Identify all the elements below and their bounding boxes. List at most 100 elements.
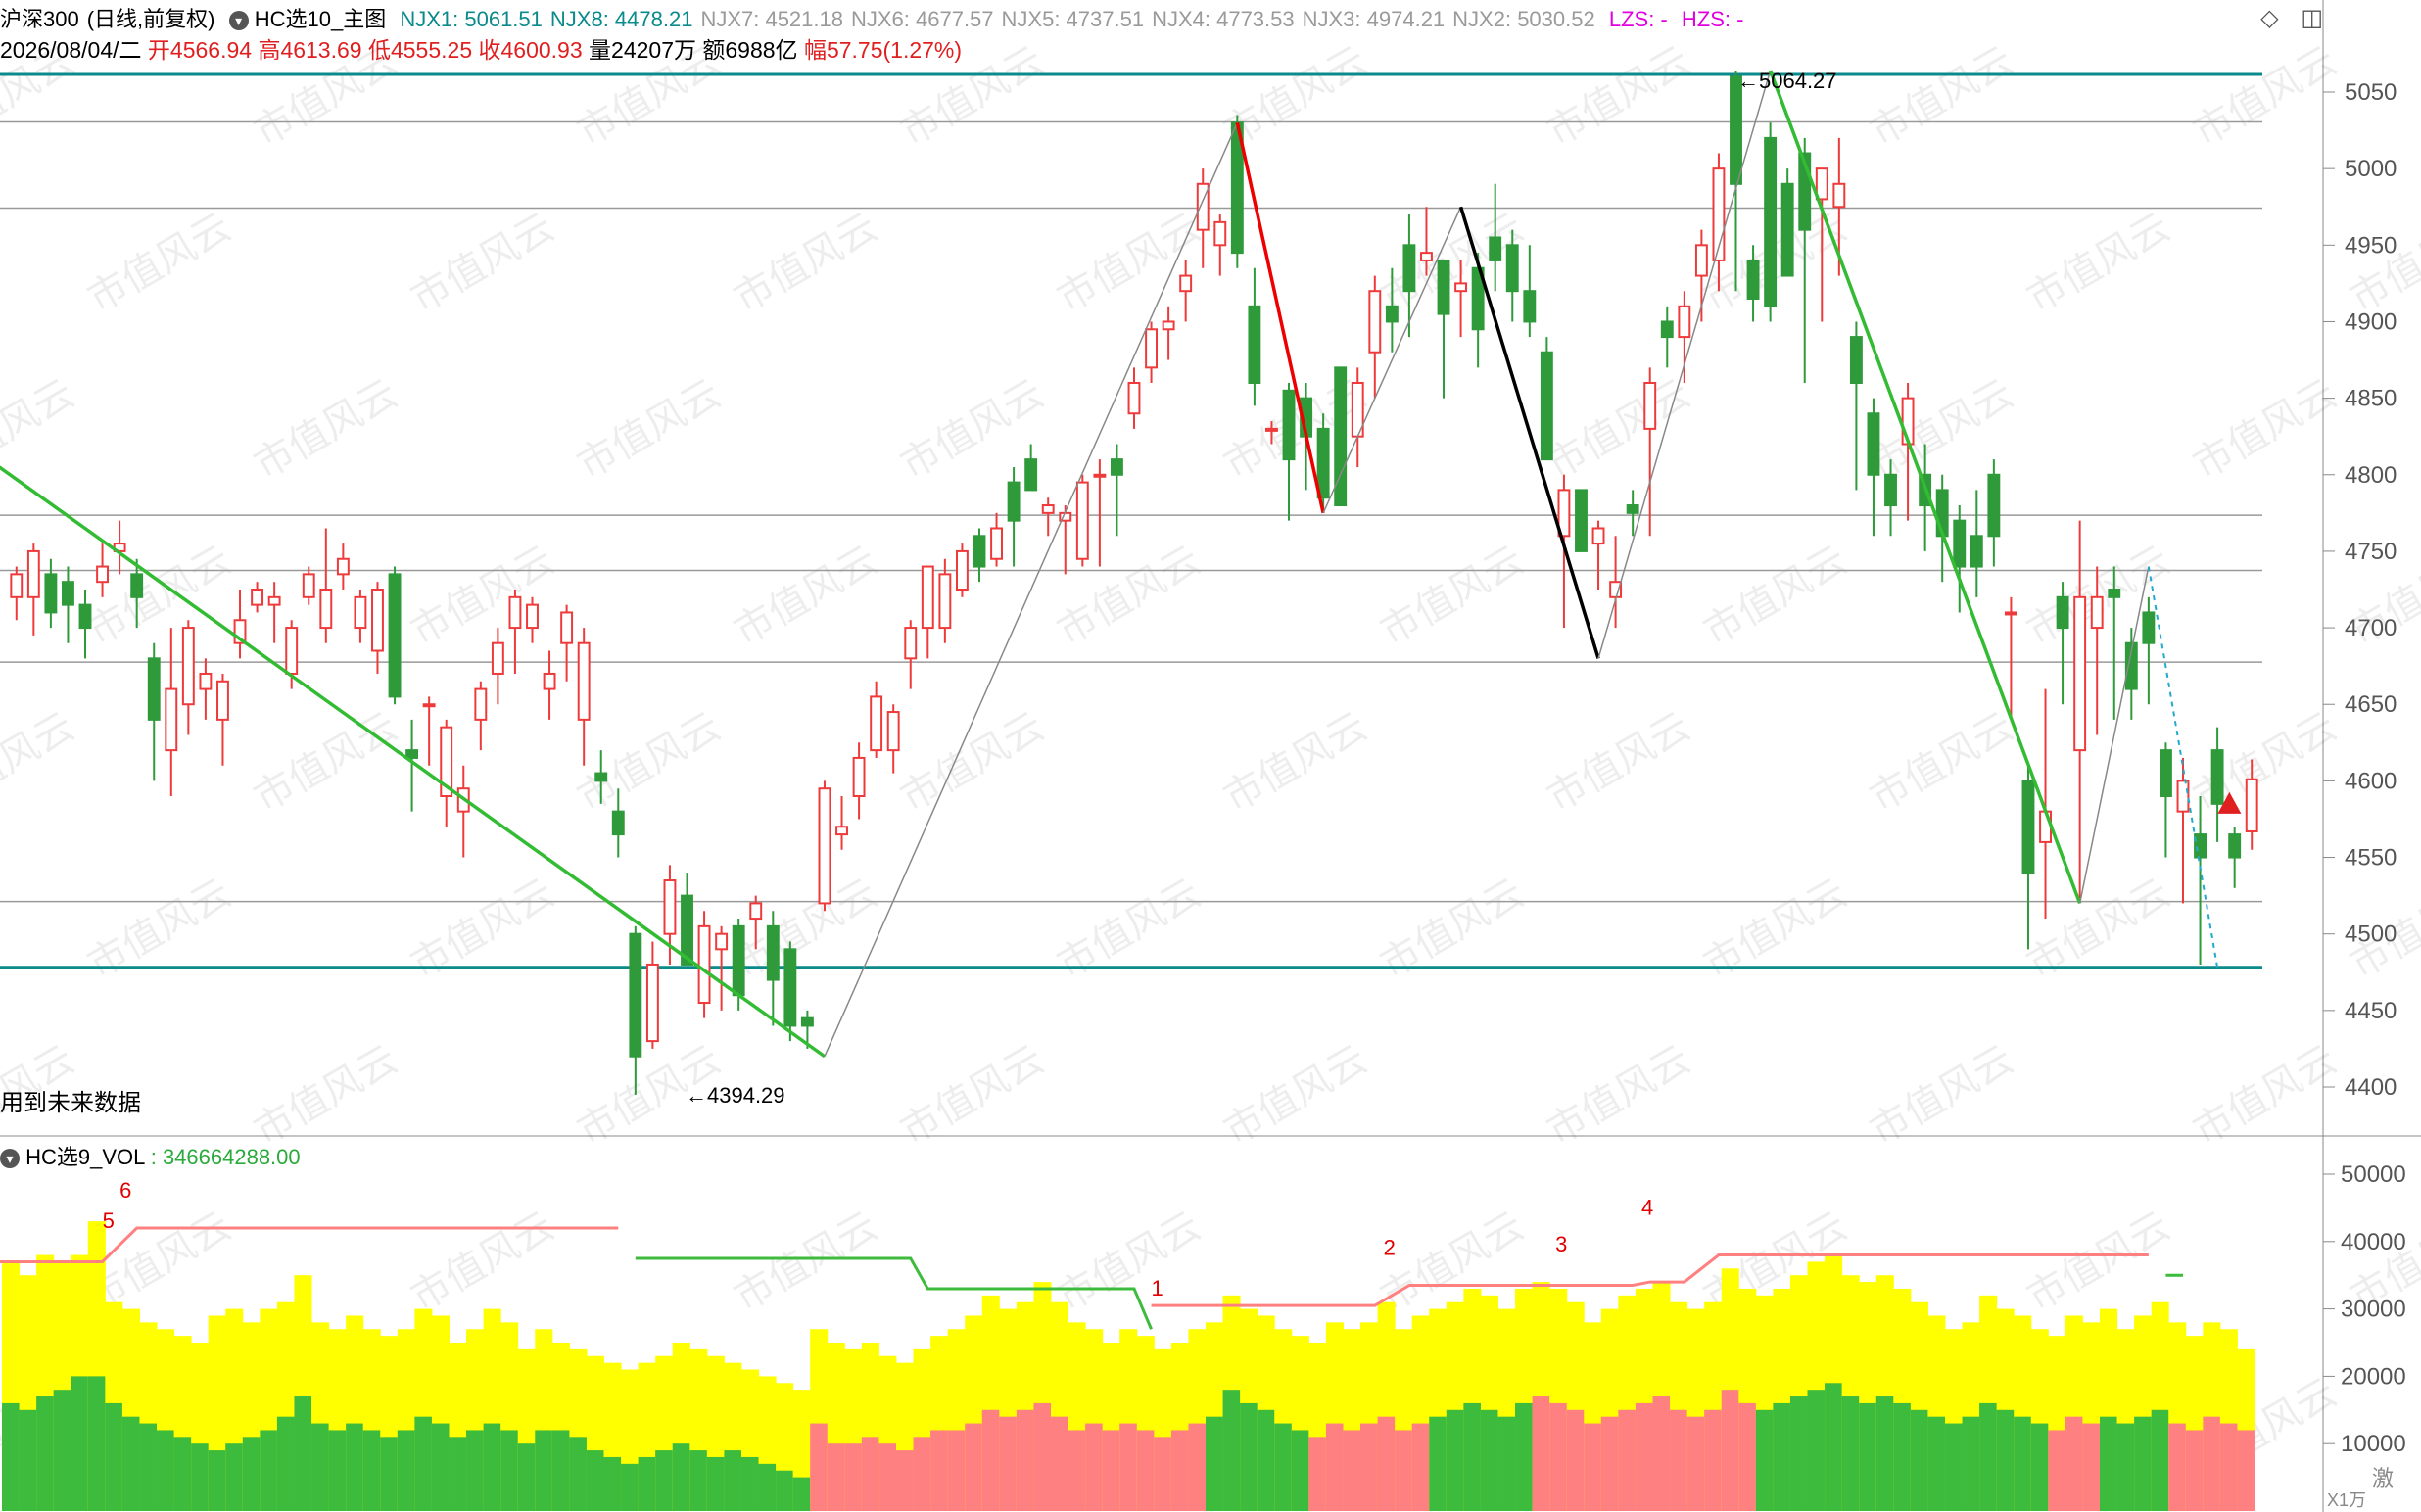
dropdown-icon[interactable]: ▾ [0,1149,20,1169]
volume-base-bar [1825,1383,1843,1511]
watermark-text: 市值风云 [404,871,562,988]
candle-body [371,589,384,652]
candle-body [870,695,883,752]
volume-base-bar [758,1463,777,1511]
candle-body [1884,473,1897,507]
volume-base-bar [1841,1396,1860,1511]
volume-base-bar [1463,1402,1482,1511]
volume-base-bar [913,1437,931,1511]
chart-canvas[interactable]: 市值风云 市值风云 市值风云 市值风云 市值风云 市值风云 市值风云 市值风云市值风云 市值风云… [0,0,2421,1512]
volume-base-bar [1222,1390,1241,1511]
watermark-text: 市值风云 [1696,538,1855,655]
candle-body [1093,473,1107,478]
volume-base-bar [1670,1409,1688,1511]
price-tick-label: 4800 [2345,462,2397,489]
candle-body [1643,381,1657,430]
volume-base-bar [2,1402,21,1511]
candle-body [508,595,522,630]
candle-body [267,595,281,606]
watermark-text: 市值风云 [404,205,562,322]
volume-tick-label: 40000 [2341,1229,2406,1255]
candle-body [973,535,986,568]
watermark-text: 市值风云 [1696,871,1855,988]
watermark-text: 市值风云 [1050,1204,1209,1321]
candle-body [1660,320,1674,339]
volume-base-bar [208,1450,226,1511]
watermark-text: 市值风云 [1863,704,2021,822]
candle-body [1609,581,1623,598]
candle-body [1402,244,1416,293]
candle-body [474,687,488,721]
watermark-text: 市值风云 [2186,371,2345,489]
watermark-text: 市值风云 [2186,704,2345,822]
candle-body [1024,458,1038,492]
candle-body [302,573,315,598]
candle-body [543,672,556,690]
volume-tick-label: 30000 [2341,1297,2406,1323]
candle-body [577,641,591,721]
volume-base-bar [706,1456,725,1511]
price-tick-label: 4650 [2345,691,2397,718]
volume-base-bar [1291,1430,1309,1511]
candle-body [1368,290,1382,354]
candle-body [818,787,831,905]
candle-body [1162,320,1175,331]
volume-base-bar [776,1470,794,1511]
trend-line-4 [1322,206,1462,514]
volume-base-bar [1136,1430,1155,1511]
price-tick-label: 5000 [2345,156,2397,182]
candle-body [749,902,763,921]
volume-base-bar [1618,1409,1637,1511]
volume-base-bar [603,1456,622,1511]
volume-base-bar [2030,1423,2049,1511]
candle-body [251,589,264,606]
candle-body [645,963,659,1043]
volume-base-bar [500,1430,519,1511]
watermark-text: 市值风云 [570,371,729,489]
volume-base-bar [810,1423,829,1511]
volume-base-bar [1188,1423,1207,1511]
volume-base-bar [2237,1430,2255,1511]
volume-base-bar [36,1396,55,1511]
candle-body [1041,504,1055,514]
watermark-text: 市值风云 [80,205,239,322]
candle-body [921,565,934,630]
candle-body [2108,589,2121,598]
candle-body [611,810,625,836]
candle-body [181,627,195,706]
volume-base-bar [397,1430,415,1511]
candle-body [405,749,419,759]
watermark-text: 市值风云 [2019,871,2178,988]
volume-base-bar [1686,1416,1705,1511]
candle-body [1626,504,1639,514]
volume-base-bar [157,1430,175,1511]
watermark-text: 市值风云 [404,538,562,655]
volume-base-bar [1016,1409,1034,1511]
volume-base-bar [569,1437,588,1511]
volume-base-bar [1119,1423,1138,1511]
candle-body [594,772,608,782]
watermark-text: 市值风云 [247,1037,405,1155]
volume-base-bar [1206,1416,1224,1511]
price-tick-label: 4600 [2345,768,2397,794]
candle-body [336,557,350,576]
watermark-text: 市值风云 [1216,1037,1375,1155]
price-tick-label: 4550 [2345,845,2397,872]
volume-base-bar [1789,1396,1809,1511]
volume-base-bar [121,1416,140,1511]
candle-body [1248,305,1261,384]
candle-body [2142,611,2156,644]
watermark-text: 市值风云 [1540,371,1698,489]
candle-body [715,932,729,951]
volume-indicator-name[interactable]: HC选9_VOL [25,1145,144,1169]
wave-label-5: 5 [103,1208,115,1233]
candle-body [1523,290,1537,323]
volume-base-bar [1910,1409,1928,1511]
candle-body [1591,527,1605,545]
volume-base-bar [1962,1416,1980,1511]
volume-base-bar [1893,1402,1912,1511]
volume-base-bar [1721,1390,1739,1511]
candle-body [1075,481,1089,560]
candle-body [62,581,74,606]
watermark-text: 市值风云 [1540,38,1698,156]
